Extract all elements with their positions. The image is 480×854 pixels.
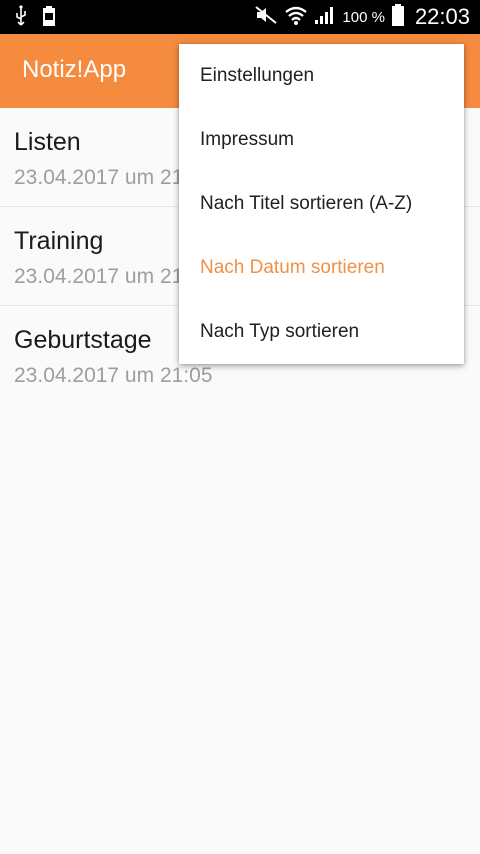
battery-full-small-icon <box>42 5 56 32</box>
menu-item-imprint[interactable]: Impressum <box>179 108 464 172</box>
signal-icon <box>314 5 336 30</box>
menu-item-sort-type[interactable]: Nach Typ sortieren <box>179 300 464 364</box>
battery-icon <box>391 3 405 32</box>
battery-percent: 100 % <box>342 8 385 26</box>
status-right-icons: 100 % 22:03 <box>254 0 470 34</box>
wifi-icon <box>284 4 308 31</box>
app-title: Notiz!App <box>22 56 127 83</box>
status-bar: 100 % 22:03 <box>0 0 480 34</box>
menu-item-sort-date[interactable]: Nach Datum sortieren <box>179 236 464 300</box>
status-clock: 22:03 <box>414 4 470 29</box>
note-title: Training <box>14 227 104 255</box>
note-title: Listen <box>14 128 81 156</box>
menu-item-sort-title[interactable]: Nach Titel sortieren (A-Z) <box>179 172 464 236</box>
status-left-icons <box>14 5 56 32</box>
menu-item-settings[interactable]: Einstellungen <box>179 44 464 108</box>
overflow-menu: Einstellungen Impressum Nach Titel sorti… <box>179 44 464 364</box>
note-title: Geburtstage <box>14 326 152 354</box>
usb-icon <box>14 5 28 32</box>
note-date: 23.04.2017 um 21:05 <box>14 364 213 387</box>
mute-icon <box>254 5 278 30</box>
